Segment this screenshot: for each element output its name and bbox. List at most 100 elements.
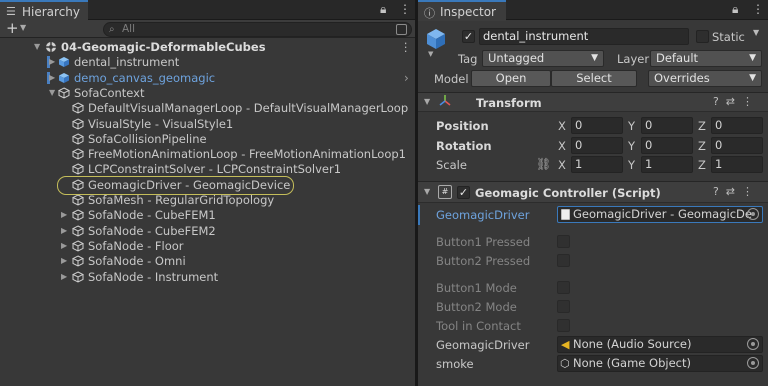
hierarchy-row[interactable]: DefaultVisualManagerLoop - DefaultVisual… [0,100,415,116]
link-icon[interactable]: ⛓ [536,156,551,172]
hierarchy-toolbar: + ▼ ⌕ All [0,19,415,38]
menu-kebab-icon[interactable]: ⋮ [742,185,760,198]
select-button[interactable]: Select [551,70,637,87]
transform-x-field[interactable]: 0 [571,136,623,154]
hierarchy-row-label: SofaNode - CubeFEM1 [88,208,216,223]
menu-kebab-icon[interactable]: ⋮ [742,95,760,108]
transform-x-field[interactable]: 1 [571,156,623,173]
menu-kebab-icon[interactable]: ⋮ [752,2,764,16]
script-field-row: Button1 Mode [418,279,768,297]
expand-down-icon[interactable]: ▼ [49,85,55,101]
hierarchy-row[interactable]: ▼ SofaContext [0,85,415,101]
tab-inspector[interactable]: ⓘ Inspector [418,0,506,21]
expand-right-icon[interactable]: ▶ [61,207,67,223]
tab-hierarchy-label: Hierarchy [22,5,81,19]
object-field[interactable]: GeomagicDriver - GeomagicDe [557,206,763,223]
chevron-down-icon[interactable]: ▼ [753,28,759,37]
object-picker-icon[interactable] [747,208,759,220]
hierarchy-row[interactable]: LCPConstraintSolver - LCPConstraintSolve… [0,161,415,177]
field-checkbox[interactable] [557,319,570,332]
expand-right-icon[interactable]: ▶ [61,253,67,269]
presets-icon[interactable]: ⇄ [726,185,742,198]
hierarchy-row-label: dental_instrument [74,55,180,70]
chevron-right-icon[interactable]: › [404,70,409,86]
object-field[interactable]: ⬡ None (Game Object) [557,355,763,372]
hierarchy-row[interactable]: VisualStyle - VisualStyle1 [0,116,415,132]
component-actions[interactable]: ?⇄⋮ [713,95,760,108]
expand-right-icon[interactable]: ▶ [61,223,67,239]
hierarchy-row[interactable]: ▶ SofaNode - Instrument [0,269,415,285]
chevron-down-icon: ▼ [424,97,431,106]
object-picker-icon[interactable] [747,338,759,350]
expand-down-icon[interactable]: ▼ [34,39,40,55]
overrides-dropdown[interactable]: Overrides ▼ [648,70,762,87]
transform-y-field[interactable]: 0 [641,117,693,134]
transform-x-field[interactable]: 0 [571,117,623,134]
axis-label-x: X [558,119,566,133]
hierarchy-row[interactable]: ▶ SofaNode - Omni [0,253,415,269]
transform-z-field[interactable]: 0 [711,117,763,134]
object-field[interactable]: ◀ None (Audio Source) [557,336,763,353]
field-checkbox[interactable] [557,235,570,248]
chevron-down-icon[interactable]: ▼ [428,50,433,58]
script-field-label: GeomagicDriver [436,338,530,352]
layer-label: Layer [617,52,650,66]
field-checkbox[interactable] [557,254,570,267]
hierarchy-row[interactable]: ▶ dental_instrument [0,54,415,70]
transform-y-field[interactable]: 0 [641,136,693,154]
transform-title: Transform [476,96,542,110]
hierarchy-row[interactable]: ▶ SofaNode - Floor [0,238,415,254]
transform-z-field[interactable]: 0 [711,136,763,154]
script-field-label: Button2 Mode [436,300,517,314]
transform-header[interactable]: ▼ Transform ?⇄⋮ [418,92,768,112]
component-actions[interactable]: ?⇄⋮ [713,185,760,198]
tab-hierarchy[interactable]: ☰ Hierarchy [0,0,88,21]
prefab-cube-icon [58,56,70,68]
gameobject-cube-icon [71,194,85,206]
field-checkbox[interactable] [557,300,570,313]
transform-icon [438,94,452,111]
transform-y-field[interactable]: 1 [641,156,693,173]
lock-icon[interactable]: 🔒︎ [732,2,738,17]
presets-icon[interactable]: ⇄ [726,95,742,108]
object-picker-icon[interactable] [747,357,759,369]
search-filter-icon[interactable] [396,24,407,35]
lock-icon[interactable]: 🔒︎ [380,2,386,17]
hierarchy-row[interactable]: ▶ demo_canvas_geomagic › [0,70,415,86]
tag-label: Tag [458,52,478,66]
menu-kebab-icon[interactable]: ⋮ [399,2,411,16]
expand-right-icon[interactable]: ▶ [61,269,67,285]
gameobject-cube-icon [71,163,85,175]
script-field-label: GeomagicDriver [436,208,530,222]
object-name-input[interactable]: dental_instrument [479,28,689,45]
script-ref-icon [561,209,570,220]
field-checkbox[interactable] [557,281,570,294]
transform-z-field[interactable]: 1 [711,156,763,173]
tag-dropdown[interactable]: Untagged ▼ [482,50,604,67]
help-icon[interactable]: ? [713,95,726,108]
hierarchy-row[interactable]: SofaCollisionPipeline [0,131,415,147]
audio-source-icon: ◀ [561,338,570,351]
hierarchy-row[interactable]: ▶ SofaNode - CubeFEM1 [0,207,415,223]
chevron-down-icon[interactable]: ▼ [20,23,26,32]
menu-kebab-icon[interactable]: ⋮ [400,39,412,55]
open-button[interactable]: Open [471,70,551,87]
gameobject-cube-icon [71,225,85,237]
script-enabled-checkbox[interactable]: ✓ [457,186,470,199]
hierarchy-row[interactable]: FreeMotionAnimationLoop - FreeMotionAnim… [0,146,415,162]
hierarchy-row[interactable]: ▼ 04-Geomagic-DeformableCubes ⋮ [0,39,415,55]
expand-right-icon[interactable]: ▶ [49,70,55,86]
expand-right-icon[interactable]: ▶ [49,54,55,70]
static-checkbox[interactable] [696,30,709,43]
script-header[interactable]: ▼ # ✓ Geomagic Controller (Script) ?⇄⋮ [418,181,768,203]
active-checkbox[interactable]: ✓ [462,30,475,43]
hierarchy-row-label: SofaNode - Instrument [88,269,219,284]
help-icon[interactable]: ? [713,185,726,198]
hierarchy-row[interactable]: ▶ SofaNode - CubeFEM2 [0,223,415,239]
selection-highlight [57,176,294,195]
expand-right-icon[interactable]: ▶ [61,238,67,254]
search-input[interactable]: ⌕ All [103,22,412,37]
layer-dropdown[interactable]: Default ▼ [650,50,762,67]
add-button[interactable]: + [6,19,19,37]
inspector-panel: ⓘ Inspector 🔒︎ ⋮ ▼ ✓ dental_instrument S… [418,0,768,386]
